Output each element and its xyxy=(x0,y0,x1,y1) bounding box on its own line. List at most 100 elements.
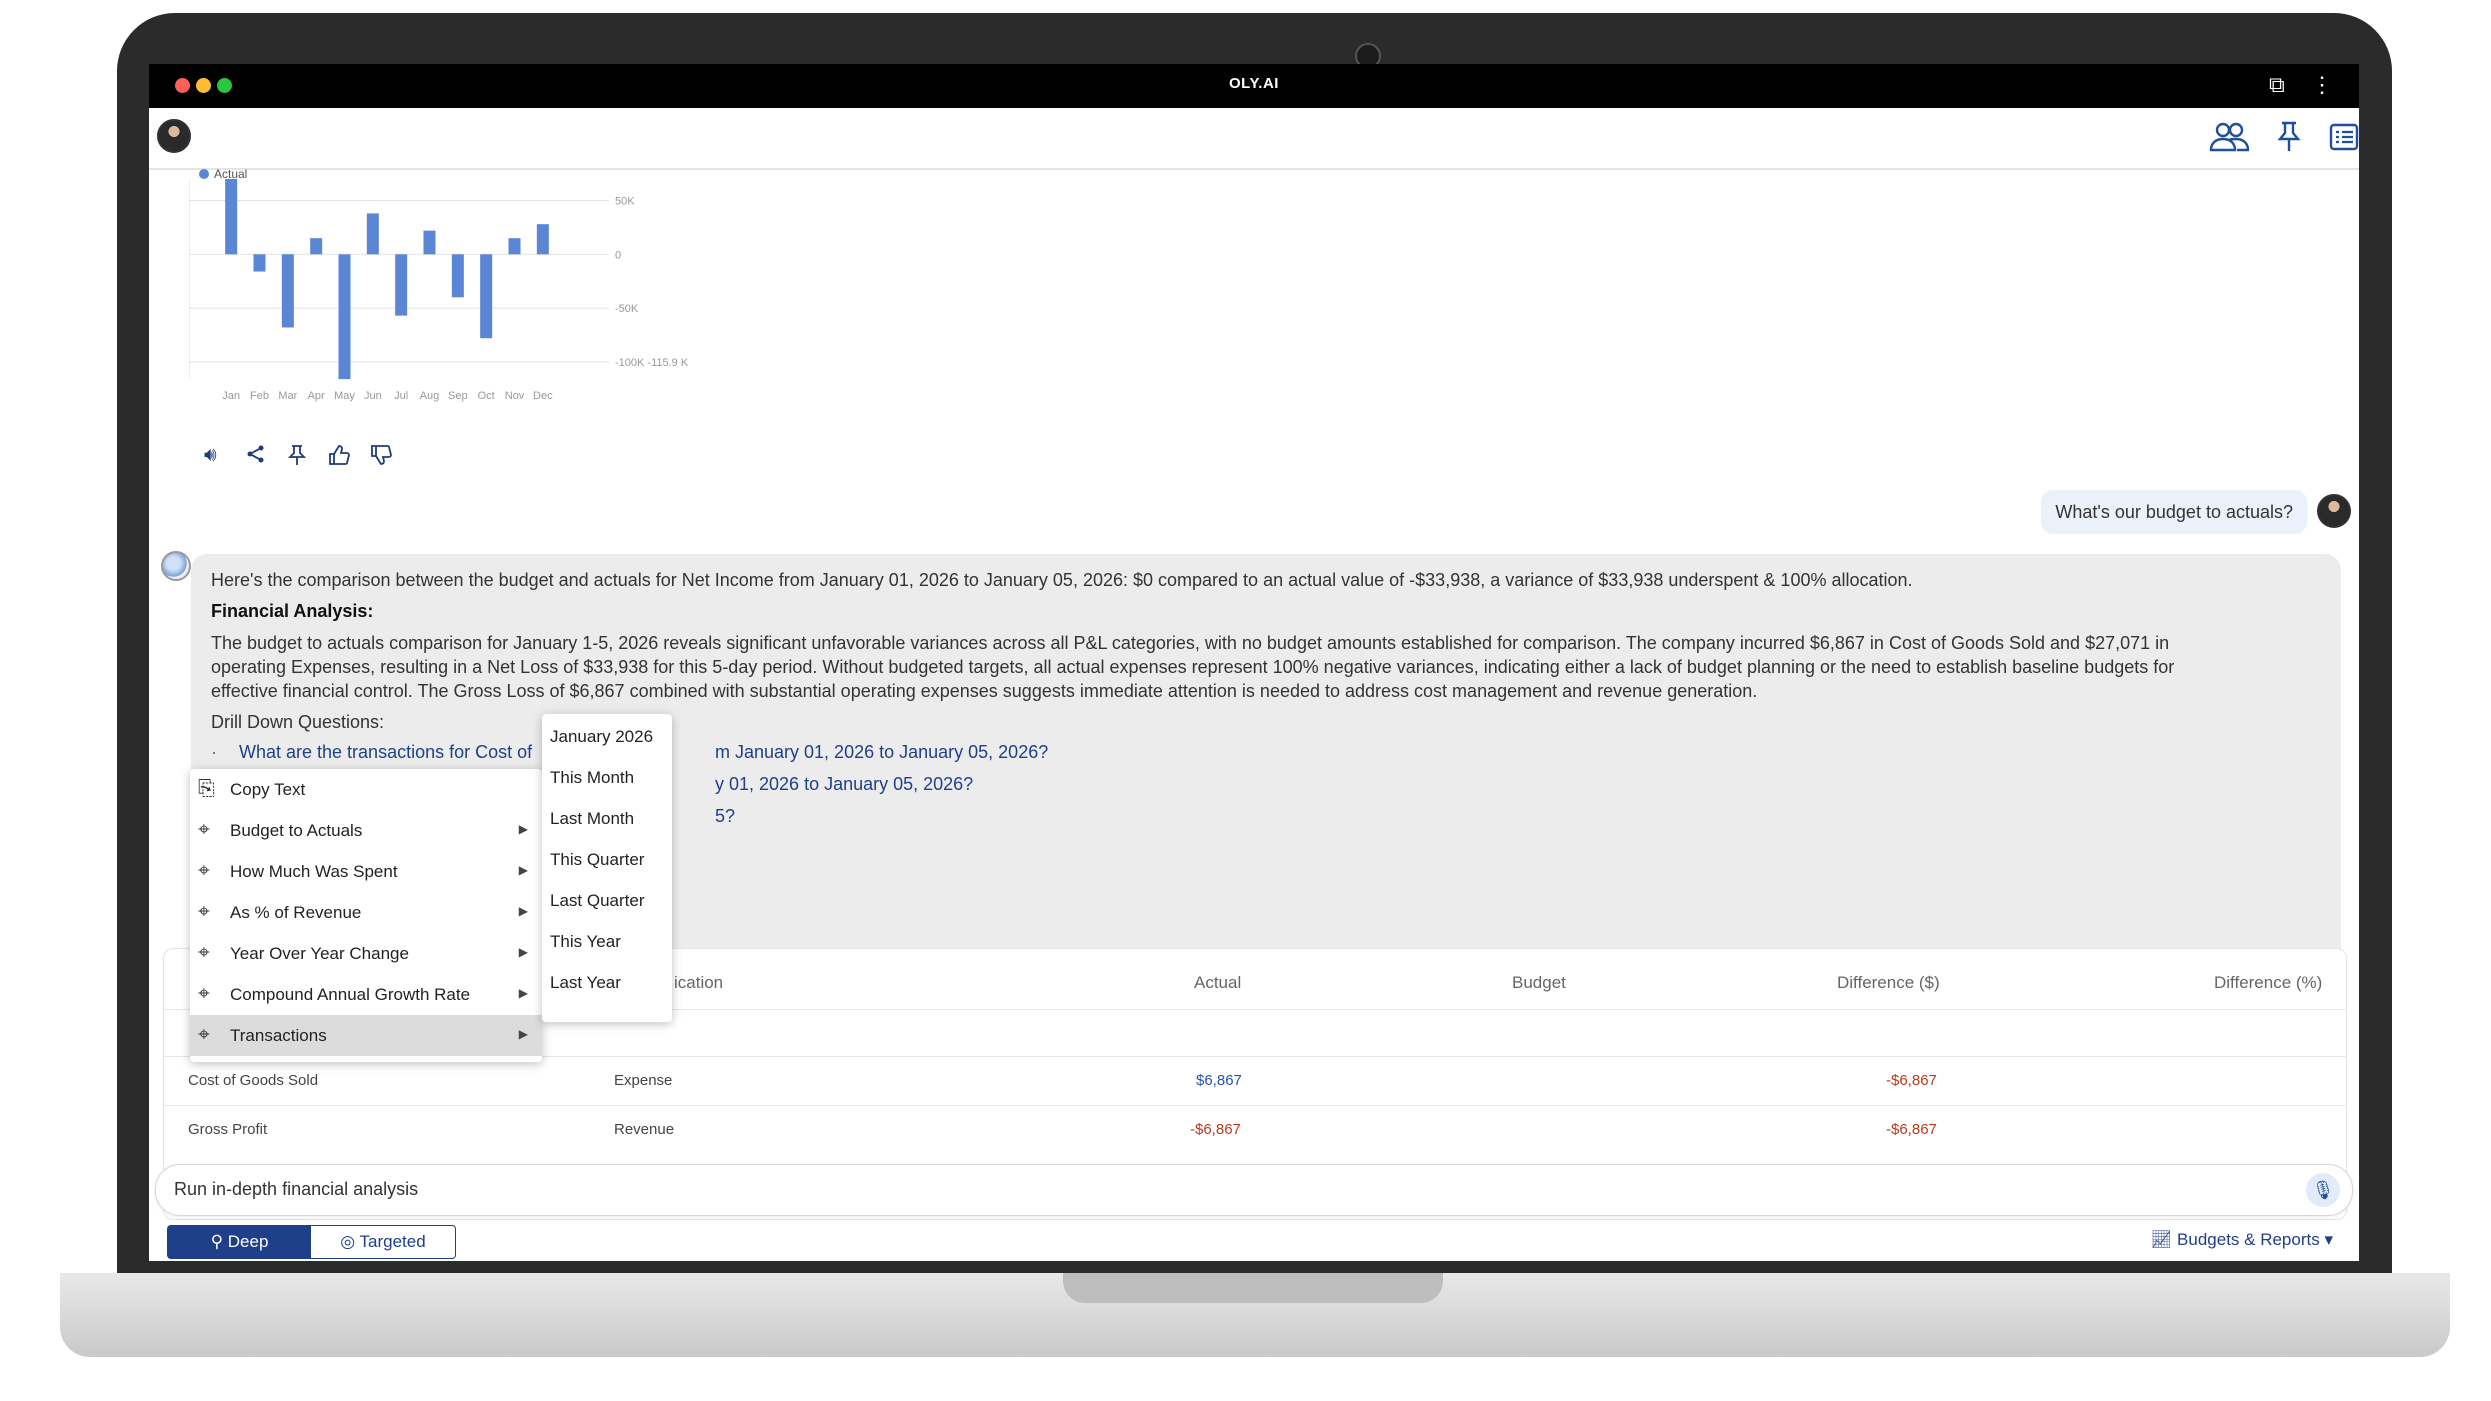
submenu-arrow-icon: ▶ xyxy=(518,863,528,877)
x-tick-label: Mar xyxy=(278,390,297,402)
bar-feb[interactable] xyxy=(253,254,266,272)
menu-item-compound-annual-growth-rate[interactable]: ⌖ Compound Annual Growth Rate ▶ xyxy=(190,974,542,1015)
submenu-item-this-quarter[interactable]: This Quarter xyxy=(550,850,644,870)
crosshair-icon: ⌖ xyxy=(198,982,210,1005)
x-tick-label: Feb xyxy=(250,390,269,402)
header-difference-percent: Difference (%) xyxy=(2214,973,2323,992)
submenu-item-this-month[interactable]: This Month xyxy=(550,768,634,788)
header-actual: Actual xyxy=(1194,973,1242,992)
bar-dec[interactable] xyxy=(536,224,549,255)
row-divider xyxy=(164,1105,2346,1106)
drill-question-2-tail[interactable]: y 01, 2026 to January 05, 2026? xyxy=(715,774,973,795)
menu-item-label: How Much Was Spent xyxy=(230,862,398,881)
mode-targeted-label: Targeted xyxy=(359,1232,426,1251)
scope-selector[interactable]: 📈︎ Budgets & Reports ▾ xyxy=(2151,1230,2333,1250)
share-icon[interactable] xyxy=(246,444,266,470)
menu-item-year-over-year-change[interactable]: ⌖ Year Over Year Change ▶ xyxy=(190,933,542,974)
submenu-item-january-2026[interactable]: January 2026 xyxy=(550,727,653,747)
scope-label: Budgets & Reports xyxy=(2177,1230,2320,1249)
crosshair-icon: ⌖ xyxy=(198,818,210,841)
crosshair-icon: ⌖ xyxy=(198,859,210,882)
mode-deep-button[interactable]: ⚲ Deep xyxy=(168,1226,311,1258)
prompt-input[interactable]: Run in-depth financial analysis 🎙︎ xyxy=(155,1164,2353,1216)
analysis-line-3: effective financial control. The Gross L… xyxy=(211,681,1758,701)
microphone-icon[interactable]: 🎙︎ xyxy=(2306,1173,2340,1207)
row-classification: Expense xyxy=(614,1072,673,1089)
bar-mar[interactable] xyxy=(281,254,294,328)
header-classification: ication xyxy=(674,973,724,992)
drill-question-1-tail[interactable]: m January 01, 2026 to January 05, 2026? xyxy=(715,742,1048,763)
x-tick-label: Jul xyxy=(394,390,408,402)
mode-toggle: ⚲ Deep ◎ Targeted xyxy=(167,1225,456,1259)
extension-icon[interactable]: ⧉ xyxy=(2269,72,2285,98)
x-tick-label: Nov xyxy=(505,390,525,402)
menu-item-label: As % of Revenue xyxy=(230,903,362,922)
submenu-item-last-month[interactable]: Last Month xyxy=(550,809,634,829)
mode-targeted-button[interactable]: ◎ Targeted xyxy=(311,1226,455,1258)
bar-jul[interactable] xyxy=(395,254,408,316)
more-vertical-icon[interactable]: ⋮ xyxy=(2311,72,2333,98)
crosshair-icon: ⌖ xyxy=(198,941,210,964)
bar-jun[interactable] xyxy=(366,213,379,255)
y-tick-label: -100K -115.9 K xyxy=(615,357,689,369)
thumbs-up-icon[interactable] xyxy=(328,444,350,472)
user-message: What's our budget to actuals? xyxy=(2041,490,2307,534)
row-classification: Revenue xyxy=(614,1121,675,1138)
row-name: Gross Profit xyxy=(188,1121,268,1138)
row-actual: $6,867 xyxy=(1196,1072,1242,1089)
target-icon: ◎ xyxy=(340,1232,360,1251)
x-tick-label: Sep xyxy=(448,390,468,402)
menu-item-transactions[interactable]: ⌖ Transactions ▶ xyxy=(190,1015,542,1056)
submenu-item-last-quarter[interactable]: Last Quarter xyxy=(550,891,645,911)
copy-icon: ⎘ xyxy=(198,777,215,800)
drill-question-1[interactable]: What are the transactions for Cost of xyxy=(239,742,532,763)
crosshair-icon: ⌖ xyxy=(198,1023,210,1046)
bar-apr[interactable] xyxy=(310,238,323,255)
laptop-notch xyxy=(1063,1273,1443,1303)
drill-question-3-tail[interactable]: 5? xyxy=(715,806,735,827)
x-tick-label: Apr xyxy=(308,390,325,402)
bar-chart: Jan Feb Mar Apr May Jun Jul Aug Sep Oct Nov Dec 50K 0… xyxy=(189,179,689,402)
menu-item-label: Year Over Year Change xyxy=(230,944,409,963)
submenu-item-last-year[interactable]: Last Year xyxy=(550,973,621,993)
x-tick-label: Oct xyxy=(478,390,495,402)
user-avatar[interactable] xyxy=(157,119,191,153)
context-menu: ⎘ Copy Text ⌖ Budget to Actuals ▶ ⌖ How … xyxy=(190,769,542,1062)
screen: OLY.AI ⧉ ⋮ Actual Jan Feb Mar Apr May Jun Jul A… xyxy=(149,64,2359,1261)
bar-oct[interactable] xyxy=(480,254,493,339)
pin-icon[interactable] xyxy=(2277,120,2301,162)
bar-sep[interactable] xyxy=(451,254,464,298)
menu-item-as-percent-of-revenue[interactable]: ⌖ As % of Revenue ▶ xyxy=(190,892,542,933)
list-icon[interactable] xyxy=(2329,120,2359,162)
menu-item-label: Transactions xyxy=(230,1026,327,1045)
prompt-input-text[interactable]: Run in-depth financial analysis xyxy=(174,1179,418,1200)
submenu-arrow-icon: ▶ xyxy=(518,1027,528,1041)
bar-jan[interactable] xyxy=(225,179,238,255)
y-tick-label: 0 xyxy=(615,249,621,261)
drill-heading: Drill Down Questions: xyxy=(211,712,385,732)
menu-item-label: Compound Annual Growth Rate xyxy=(230,985,471,1004)
menu-item-how-much-was-spent[interactable]: ⌖ How Much Was Spent ▶ xyxy=(190,851,542,892)
bar-aug[interactable] xyxy=(423,230,436,255)
submenu-item-this-year[interactable]: This Year xyxy=(550,932,621,952)
bar-nov[interactable] xyxy=(508,238,521,255)
analysis-heading: Financial Analysis: xyxy=(211,601,374,621)
drill-bullet: · xyxy=(211,742,217,762)
header-budget: Budget xyxy=(1512,973,1566,992)
thumbs-down-icon[interactable] xyxy=(370,444,392,472)
chevron-down-icon: ▾ xyxy=(2319,1230,2333,1249)
x-tick-label: Aug xyxy=(420,390,440,402)
x-tick-label: May xyxy=(334,390,355,402)
analysis-line-1: The budget to actuals comparison for Jan… xyxy=(211,633,2170,653)
mode-deep-label: Deep xyxy=(227,1232,269,1251)
bar-may[interactable] xyxy=(338,254,351,380)
row-difference: -$6,867 xyxy=(1886,1072,1937,1089)
speaker-icon[interactable]: 🔊︎ xyxy=(204,444,217,467)
crosshair-icon: ⌖ xyxy=(198,900,210,923)
pin-message-icon[interactable] xyxy=(287,444,307,472)
menu-item-copy-text[interactable]: ⎘ Copy Text xyxy=(190,769,542,810)
telescope-icon: ⚲ xyxy=(210,1232,228,1251)
y-tick-label: -50K xyxy=(615,303,639,315)
users-icon[interactable] xyxy=(2209,120,2250,162)
menu-item-budget-to-actuals[interactable]: ⌖ Budget to Actuals ▶ xyxy=(190,810,542,851)
